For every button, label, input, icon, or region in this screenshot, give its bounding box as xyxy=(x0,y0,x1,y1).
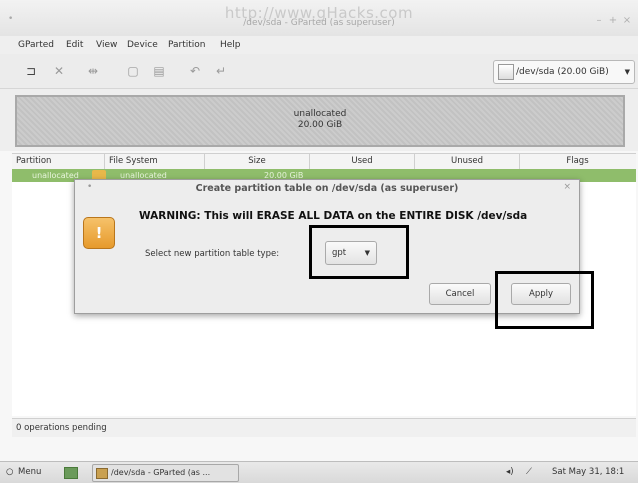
volume-icon[interactable]: ◂) xyxy=(506,462,514,483)
cancel-button[interactable]: Cancel xyxy=(429,283,491,305)
toolbar: ⊐ ✕ ⇹ ▢ ▤ ↶ ↵ /dev/sda (20.00 GiB) ▼ xyxy=(0,54,638,89)
paste-icon[interactable]: ▤ xyxy=(150,62,168,80)
menu-icon[interactable]: ○ xyxy=(6,462,13,483)
chevron-down-icon: ▼ xyxy=(624,68,630,76)
copy-icon[interactable]: ▢ xyxy=(124,62,142,80)
network-icon[interactable]: ⟋ xyxy=(526,462,532,483)
window-menu-icon[interactable]: • xyxy=(8,14,13,24)
menu-button[interactable]: Menu xyxy=(18,462,41,483)
warning-icon: ! xyxy=(83,217,115,249)
taskbar-app-label: /dev/sda - GParted (as ... xyxy=(111,468,211,477)
cell-partition: unallocated xyxy=(32,171,79,180)
menu-device[interactable]: Device xyxy=(127,36,158,54)
undo-icon[interactable]: ↶ xyxy=(186,62,204,80)
partition-table-header: Partition File System Size Used Unused F… xyxy=(12,153,636,170)
disk-map-area: unallocated 20.00 GiB xyxy=(0,89,638,151)
status-bar: 0 operations pending xyxy=(12,418,636,437)
column-header-used[interactable]: Used xyxy=(310,154,415,169)
column-header-size[interactable]: Size xyxy=(205,154,310,169)
device-select[interactable]: /dev/sda (20.00 GiB) ▼ xyxy=(493,60,635,84)
status-text: 0 operations pending xyxy=(16,423,107,433)
disk-map-unallocated[interactable]: unallocated 20.00 GiB xyxy=(15,95,625,147)
window-titlebar: http://www.gHacks.com /dev/sda - GParted… xyxy=(0,0,638,36)
menu-partition[interactable]: Partition xyxy=(168,36,206,54)
device-select-value: /dev/sda (20.00 GiB) xyxy=(516,67,609,77)
warning-text: WARNING: This will ERASE ALL DATA on the… xyxy=(139,210,528,222)
window-title: /dev/sda - GParted (as superuser) xyxy=(243,18,395,28)
close-button[interactable]: × xyxy=(622,15,632,27)
menu-help[interactable]: Help xyxy=(220,36,241,54)
taskbar-app-gparted[interactable]: /dev/sda - GParted (as ... xyxy=(92,464,239,482)
menu-edit[interactable]: Edit xyxy=(66,36,83,54)
menu-gparted[interactable]: GParted xyxy=(18,36,54,54)
disk-map-label-size: 20.00 GiB xyxy=(297,120,343,130)
table-type-label: Select new partition table type: xyxy=(145,249,280,259)
taskbar: ○ Menu /dev/sda - GParted (as ... ◂) ⟋ S… xyxy=(0,461,638,483)
minimize-button[interactable]: – xyxy=(594,15,604,27)
column-header-unused[interactable]: Unused xyxy=(415,154,520,169)
disk-icon xyxy=(498,64,514,80)
apply-icon[interactable]: ↵ xyxy=(212,62,230,80)
show-desktop-icon[interactable] xyxy=(64,467,78,479)
column-header-flags[interactable]: Flags xyxy=(520,154,635,169)
column-header-file-system[interactable]: File System xyxy=(105,154,205,169)
disk-map-label: unallocated 20.00 GiB xyxy=(17,109,623,131)
dialog-title: Create partition table on /dev/sda (as s… xyxy=(195,183,459,194)
column-header-partition[interactable]: Partition xyxy=(12,154,105,169)
gparted-icon xyxy=(96,468,108,479)
highlight-box-apply xyxy=(495,271,594,329)
menu-view[interactable]: View xyxy=(96,36,117,54)
highlight-box-table-type xyxy=(309,225,409,279)
menubar: GParted Edit View Device Partition Help xyxy=(0,36,638,54)
maximize-button[interactable]: + xyxy=(608,15,618,27)
dialog-close-icon[interactable]: × xyxy=(563,182,571,192)
delete-icon[interactable]: ✕ xyxy=(50,62,68,80)
new-icon[interactable]: ⊐ xyxy=(22,62,40,80)
resize-icon[interactable]: ⇹ xyxy=(84,62,102,80)
disk-map-label-name: unallocated xyxy=(293,109,347,119)
clock[interactable]: Sat May 31, 18:1 xyxy=(552,462,624,483)
